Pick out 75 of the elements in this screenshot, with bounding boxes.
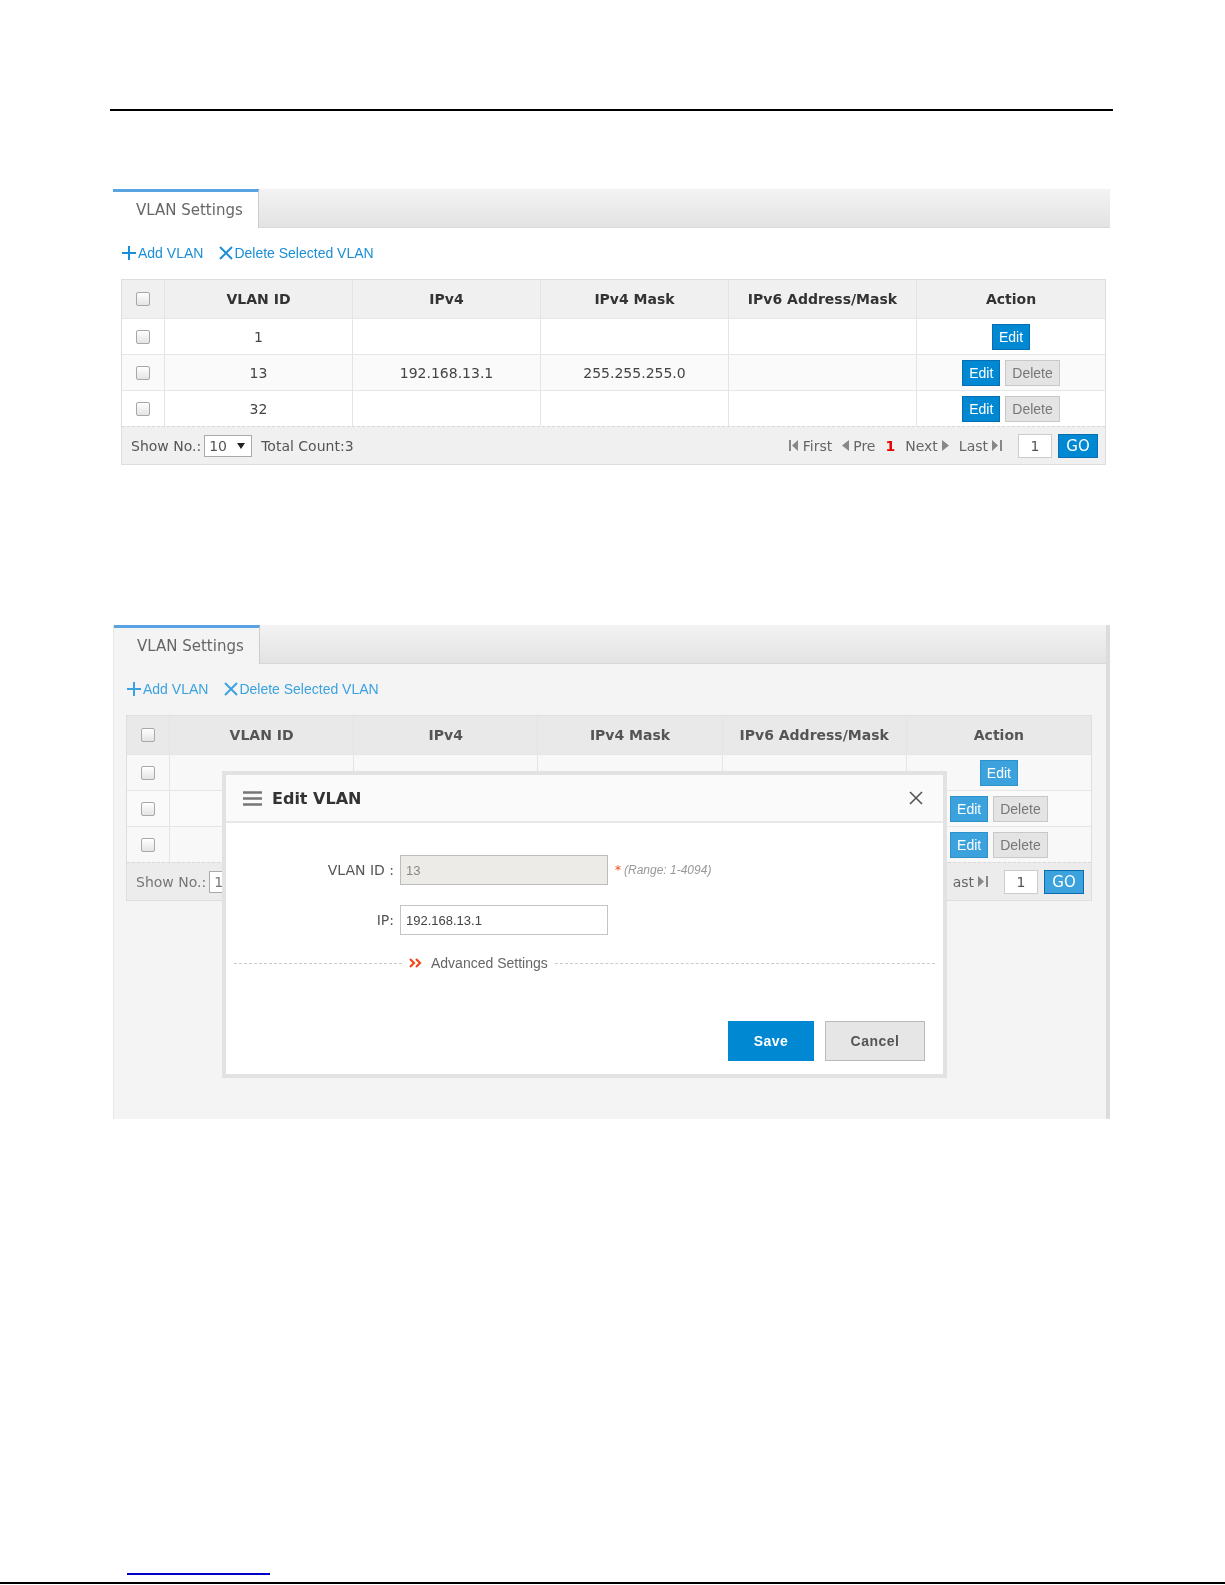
delete-button[interactable]: Delete (993, 795, 1048, 822)
edit-button[interactable]: Edit (979, 759, 1018, 786)
total-count: Total Count:3 (261, 437, 354, 454)
column-header: VLAN ID (226, 291, 291, 307)
delete-selected-link[interactable]: Delete Selected VLAN (219, 242, 374, 264)
next-page-link[interactable]: Next (905, 437, 949, 454)
last-page-icon (992, 440, 1002, 451)
table-cell: 1 (254, 328, 263, 345)
column-header: IPv6 Address/Mask (739, 727, 889, 743)
prev-page-link[interactable]: Pre (842, 437, 876, 454)
close-icon (224, 682, 239, 696)
add-vlan-link[interactable]: Add VLAN (126, 678, 209, 700)
range-hint: (Range: 1-4094) (624, 863, 712, 877)
page-number-field[interactable]: 1 (1004, 869, 1038, 894)
tab[interactable]: VLAN Settings (113, 189, 259, 228)
delete-button[interactable]: Delete (1005, 359, 1060, 386)
column-header: Action (985, 291, 1037, 307)
select-all-checkbox[interactable] (136, 292, 150, 306)
row-checkbox[interactable] (141, 837, 155, 852)
last-page-link[interactable]: ast (952, 873, 988, 890)
select-all-checkbox[interactable] (141, 728, 155, 742)
edit-button[interactable]: Edit (962, 395, 1001, 422)
edit-button[interactable]: Edit (962, 359, 1001, 386)
page-number-field[interactable]: 1 (1018, 433, 1052, 458)
caret-icon (237, 442, 246, 449)
first-page-icon (788, 440, 799, 451)
double-chevron-icon (409, 958, 423, 968)
left-triangle-icon (842, 440, 850, 451)
input-field[interactable]: 192.168.13.1 (400, 905, 608, 935)
row-checkbox[interactable] (141, 765, 155, 780)
show-label: Show No.: (131, 437, 202, 454)
edit-button[interactable]: Edit (950, 795, 989, 822)
page-size-select[interactable]: 10 (204, 434, 253, 457)
delete-button[interactable]: Delete (993, 831, 1048, 858)
show-label: Show No.: (136, 873, 207, 890)
required-mark: * (615, 863, 621, 877)
plus-icon (121, 245, 137, 261)
edit-button[interactable]: Edit (991, 323, 1031, 350)
table-cell: 32 (249, 400, 268, 417)
column-header: IPv4 Mask (589, 727, 671, 743)
right-triangle-icon (941, 440, 949, 451)
row-checkbox[interactable] (136, 365, 150, 380)
dialog-title: Edit VLAN (272, 788, 362, 808)
plus-icon (126, 681, 142, 697)
go-button[interactable]: GO (1044, 869, 1084, 894)
last-page-icon (978, 876, 988, 887)
delete-selected-link[interactable]: Delete Selected VLAN (224, 678, 379, 700)
current-page: 1 (885, 437, 896, 454)
save-button[interactable]: Save (728, 1021, 814, 1061)
cancel-button[interactable]: Cancel (825, 1021, 925, 1061)
row-checkbox[interactable] (136, 401, 150, 416)
close-icon[interactable] (909, 791, 923, 805)
field-label: IP: (375, 912, 395, 928)
go-button[interactable]: GO (1058, 433, 1098, 458)
table-cell: 255.255.255.0 (583, 364, 686, 381)
menu-icon (243, 790, 262, 806)
column-header: IPv4 (428, 727, 463, 743)
last-page-link[interactable]: Last (958, 437, 1002, 454)
edit-button[interactable]: Edit (950, 831, 989, 858)
column-header: IPv4 Mask (594, 291, 675, 307)
delete-button[interactable]: Delete (1005, 395, 1060, 422)
field-label: VLAN ID : (326, 862, 395, 878)
advanced-settings-link[interactable]: Advanced Settings (402, 955, 555, 971)
close-icon (219, 246, 234, 260)
column-header: VLAN ID (229, 727, 294, 743)
tab[interactable]: VLAN Settings (114, 625, 260, 664)
table-cell: 192.168.13.1 (399, 364, 494, 381)
add-vlan-link[interactable]: Add VLAN (121, 242, 204, 264)
column-header: IPv4 (429, 291, 464, 307)
row-checkbox[interactable] (141, 801, 155, 816)
column-header: IPv6 Address/Mask (747, 291, 898, 307)
first-page-link[interactable]: First (788, 437, 833, 454)
column-header: Action (973, 727, 1024, 743)
table-cell: 13 (249, 364, 268, 381)
row-checkbox[interactable] (136, 329, 150, 344)
